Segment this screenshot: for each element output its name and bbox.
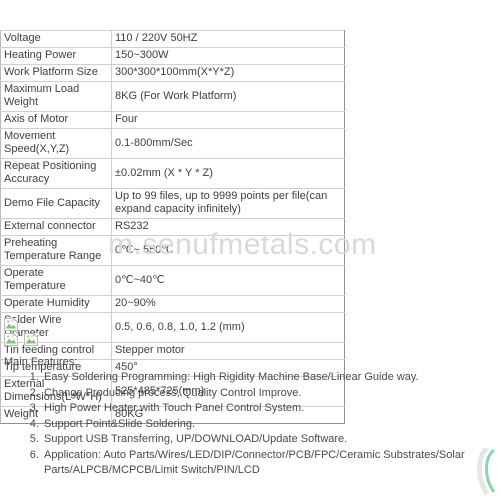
table-row: Movement Speed(X,Y,Z) 0.1-800mm/Sec — [0, 128, 345, 159]
spec-value: 0℃~40℃ — [111, 265, 345, 296]
spec-value: 20~90% — [111, 295, 345, 313]
spec-key: Operate Humidity — [0, 295, 112, 313]
list-item: Support Point&Slide Soldering. — [42, 417, 496, 433]
list-item: Application: Auto Parts/Wires/LED/DIP/Co… — [42, 448, 496, 479]
spec-value: RS232 — [111, 218, 345, 236]
spec-key: Movement Speed(X,Y,Z) — [0, 128, 112, 159]
spec-key: Operate Temperature — [0, 265, 112, 296]
spec-key: Demo File Capacity — [0, 188, 112, 219]
table-row: Demo File Capacity Up to 99 files, up to… — [0, 188, 345, 219]
broken-images-block — [4, 318, 40, 348]
table-row: Heating Power 150~300W — [0, 47, 345, 65]
spec-key: Preheating Temperature Range — [0, 235, 112, 266]
table-row: Maximum Load Weight 8KG (For Work Platfo… — [0, 81, 345, 112]
list-item: Change Producing process, Quality Contro… — [42, 386, 496, 402]
table-row: Preheating Temperature Range 0℃~ 550℃ — [0, 235, 345, 266]
spec-key: Work Platform Size — [0, 64, 112, 82]
list-item: Easy Soldering Programming: High Rigidit… — [42, 370, 496, 386]
spec-value: 0℃~ 550℃ — [111, 235, 345, 266]
page-root: m.senufmetals.com Voltage 110 / 220V 50H… — [0, 0, 500, 500]
table-row: Work Platform Size 300*300*100mm(X*Y*Z) — [0, 64, 345, 82]
spec-key: Maximum Load Weight — [0, 81, 112, 112]
spec-value: ±0.02mm (X * Y * Z) — [111, 158, 345, 189]
spec-key: Repeat Positioning Accuracy — [0, 158, 112, 189]
spec-key: Axis of Motor — [0, 111, 112, 129]
list-item: Support USB Transferring, UP/DOWNLOAD/Up… — [42, 432, 496, 448]
table-row: Voltage 110 / 220V 50HZ — [0, 30, 345, 48]
spec-value: 110 / 220V 50HZ — [111, 30, 345, 48]
spec-value: 150~300W — [111, 47, 345, 65]
table-row: Operate Humidity 20~90% — [0, 295, 345, 313]
spec-key: External connector — [0, 218, 112, 236]
table-row: External connector RS232 — [0, 218, 345, 236]
spec-value: 300*300*100mm(X*Y*Z) — [111, 64, 345, 82]
broken-image-row-1 — [4, 318, 40, 333]
spec-key: Voltage — [0, 30, 112, 48]
table-row: Repeat Positioning Accuracy ±0.02mm (X *… — [0, 158, 345, 189]
table-row: Axis of Motor Four — [0, 111, 345, 129]
spec-value: Four — [111, 111, 345, 129]
spec-value: 0.5, 0.6, 0.8, 1.0, 1.2 (mm) — [111, 312, 345, 343]
main-features-list: Easy Soldering Programming: High Rigidit… — [4, 370, 496, 479]
list-item: High Power Heater with Touch Panel Contr… — [42, 401, 496, 417]
main-features-section: Main Features: Easy Soldering Programmin… — [4, 355, 496, 479]
table-row: Operate Temperature 0℃~40℃ — [0, 265, 345, 296]
broken-image-row-2 — [4, 333, 40, 348]
broken-image-icon — [4, 333, 18, 346]
broken-image-icon — [24, 333, 39, 346]
spec-value: 8KG (For Work Platform) — [111, 81, 345, 112]
spec-value: 0.1-800mm/Sec — [111, 128, 345, 159]
spec-value: Up to 99 files, up to 9999 points per fi… — [111, 188, 345, 219]
table-row: Solder Wire Diameter 0.5, 0.6, 0.8, 1.0,… — [0, 312, 345, 343]
main-features-heading: Main Features: — [4, 356, 78, 368]
broken-image-icon — [4, 318, 18, 331]
spec-key: Heating Power — [0, 47, 112, 65]
